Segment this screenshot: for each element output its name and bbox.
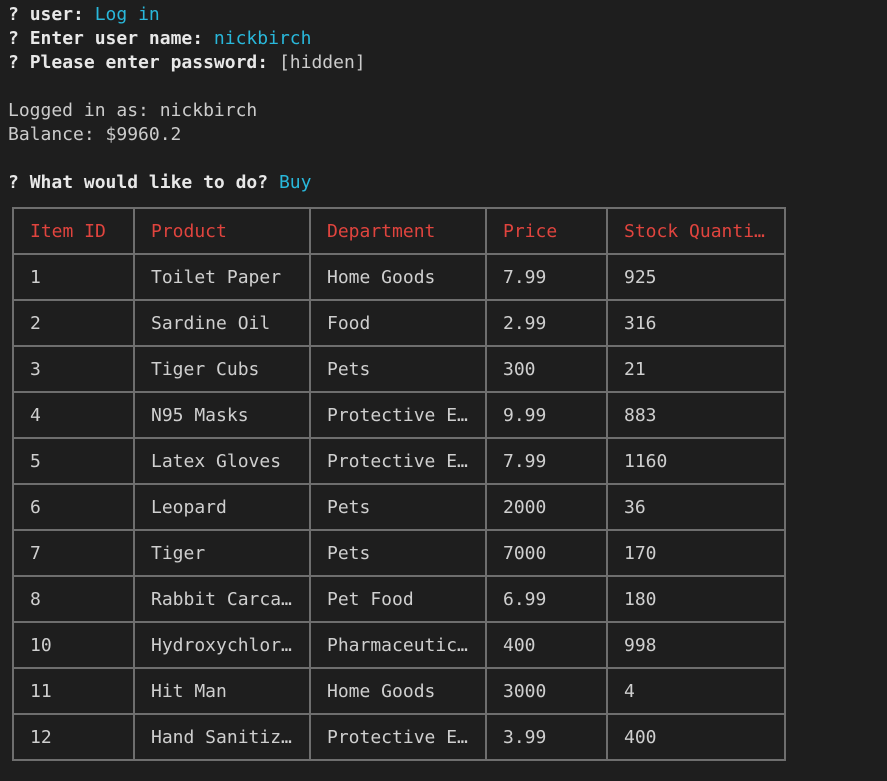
table-row: 6 Leopard Pets 2000 36 bbox=[14, 485, 784, 531]
cell-price: 300 bbox=[487, 347, 608, 393]
logged-in-text: Logged in as: nickbirch bbox=[8, 100, 258, 121]
cell-product: Tiger bbox=[135, 531, 311, 577]
cell-department: Pharmaceutic… bbox=[311, 623, 487, 669]
cell-stock-quantity: 316 bbox=[608, 301, 784, 347]
cell-price: 7000 bbox=[487, 531, 608, 577]
cell-department: Protective E… bbox=[311, 439, 487, 485]
cell-product: Toilet Paper bbox=[135, 255, 311, 301]
table-row: 12 Hand Sanitiz… Protective E… 3.99 400 bbox=[14, 715, 784, 761]
prompt-username-answer: nickbirch bbox=[213, 28, 312, 49]
cell-product: Rabbit Carca… bbox=[135, 577, 311, 623]
cell-item-id: 3 bbox=[14, 347, 135, 393]
table-row: 1 Toilet Paper Home Goods 7.99 925 bbox=[14, 255, 784, 301]
cell-price: 400 bbox=[487, 623, 608, 669]
cell-price: 9.99 bbox=[487, 393, 608, 439]
cell-item-id: 10 bbox=[14, 623, 135, 669]
cell-item-id: 4 bbox=[14, 393, 135, 439]
cell-item-id: 11 bbox=[14, 669, 135, 715]
table-row: 3 Tiger Cubs Pets 300 21 bbox=[14, 347, 784, 393]
cell-stock-quantity: 4 bbox=[608, 669, 784, 715]
products-table: Item ID Product Department Price Stock Q… bbox=[12, 207, 786, 761]
cell-price: 3.99 bbox=[487, 715, 608, 761]
cell-department: Home Goods bbox=[311, 255, 487, 301]
table-row: 2 Sardine Oil Food 2.99 316 bbox=[14, 301, 784, 347]
table-body: 1 Toilet Paper Home Goods 7.99 925 2 Sardine O… bbox=[14, 255, 784, 761]
cell-price: 7.99 bbox=[487, 255, 608, 301]
cell-product: Tiger Cubs bbox=[135, 347, 311, 393]
table-header-row: Item ID Product Department Price Stock Q… bbox=[14, 209, 784, 255]
cell-department: Home Goods bbox=[311, 669, 487, 715]
table-row: 8 Rabbit Carca… Pet Food 6.99 180 bbox=[14, 577, 784, 623]
cell-department: Protective E… bbox=[311, 393, 487, 439]
cell-product: Sardine Oil bbox=[135, 301, 311, 347]
table-row: 4 N95 Masks Protective E… 9.99 883 bbox=[14, 393, 784, 439]
prompt-password-answer: [hidden] bbox=[278, 52, 366, 73]
cell-department: Pets bbox=[311, 347, 487, 393]
cell-price: 2.99 bbox=[487, 301, 608, 347]
cell-price: 7.99 bbox=[487, 439, 608, 485]
cell-stock-quantity: 998 bbox=[608, 623, 784, 669]
cell-item-id: 8 bbox=[14, 577, 135, 623]
cell-item-id: 2 bbox=[14, 301, 135, 347]
header-product: Product bbox=[135, 209, 311, 255]
cell-item-id: 1 bbox=[14, 255, 135, 301]
cell-department: Protective E… bbox=[311, 715, 487, 761]
prompt-marker: ? bbox=[8, 28, 19, 49]
cell-department: Pets bbox=[311, 485, 487, 531]
prompt-marker: ? bbox=[8, 52, 19, 73]
prompt-password-question: Please enter password: bbox=[29, 52, 269, 73]
cell-price: 6.99 bbox=[487, 577, 608, 623]
prompt-user-answer: Log in bbox=[94, 4, 160, 25]
cell-item-id: 5 bbox=[14, 439, 135, 485]
cell-product: N95 Masks bbox=[135, 393, 311, 439]
cell-product: Hit Man bbox=[135, 669, 311, 715]
cell-stock-quantity: 21 bbox=[608, 347, 784, 393]
balance-text: Balance: $9960.2 bbox=[8, 124, 182, 145]
prompt-username-question: Enter user name: bbox=[29, 28, 204, 49]
cell-item-id: 7 bbox=[14, 531, 135, 577]
cell-item-id: 6 bbox=[14, 485, 135, 531]
cell-department: Pet Food bbox=[311, 577, 487, 623]
header-price: Price bbox=[487, 209, 608, 255]
cell-stock-quantity: 400 bbox=[608, 715, 784, 761]
cell-price: 2000 bbox=[487, 485, 608, 531]
cell-item-id: 12 bbox=[14, 715, 135, 761]
cell-product: Leopard bbox=[135, 485, 311, 531]
terminal-window: ? user: Log in ? Enter user name: nickbi… bbox=[0, 0, 887, 781]
cell-product: Latex Gloves bbox=[135, 439, 311, 485]
header-item-id: Item ID bbox=[14, 209, 135, 255]
cell-department: Food bbox=[311, 301, 487, 347]
cell-stock-quantity: 170 bbox=[608, 531, 784, 577]
cell-stock-quantity: 36 bbox=[608, 485, 784, 531]
prompt-action: ? What would like to do? Buy bbox=[8, 171, 311, 195]
prompt-username: ? Enter user name: nickbirch bbox=[8, 27, 311, 51]
cell-stock-quantity: 1160 bbox=[608, 439, 784, 485]
table-row: 5 Latex Gloves Protective E… 7.99 1160 bbox=[14, 439, 784, 485]
table-row: 11 Hit Man Home Goods 3000 4 bbox=[14, 669, 784, 715]
prompt-marker: ? bbox=[8, 172, 19, 193]
cell-product: Hand Sanitiz… bbox=[135, 715, 311, 761]
cell-stock-quantity: 180 bbox=[608, 577, 784, 623]
cell-stock-quantity: 925 bbox=[608, 255, 784, 301]
table-row: 10 Hydroxychlor… Pharmaceutic… 400 998 bbox=[14, 623, 784, 669]
prompt-action-question: What would like to do? bbox=[29, 172, 269, 193]
header-department: Department bbox=[311, 209, 487, 255]
cell-price: 3000 bbox=[487, 669, 608, 715]
header-stock-quantity: Stock Quanti… bbox=[608, 209, 784, 255]
cell-stock-quantity: 883 bbox=[608, 393, 784, 439]
cell-department: Pets bbox=[311, 531, 487, 577]
prompt-password: ? Please enter password: [hidden] bbox=[8, 51, 366, 75]
table-row: 7 Tiger Pets 7000 170 bbox=[14, 531, 784, 577]
prompt-action-answer: Buy bbox=[278, 172, 312, 193]
prompt-user: ? user: Log in bbox=[8, 3, 160, 27]
prompt-marker: ? bbox=[8, 4, 19, 25]
prompt-user-question: user: bbox=[29, 4, 84, 25]
cell-product: Hydroxychlor… bbox=[135, 623, 311, 669]
